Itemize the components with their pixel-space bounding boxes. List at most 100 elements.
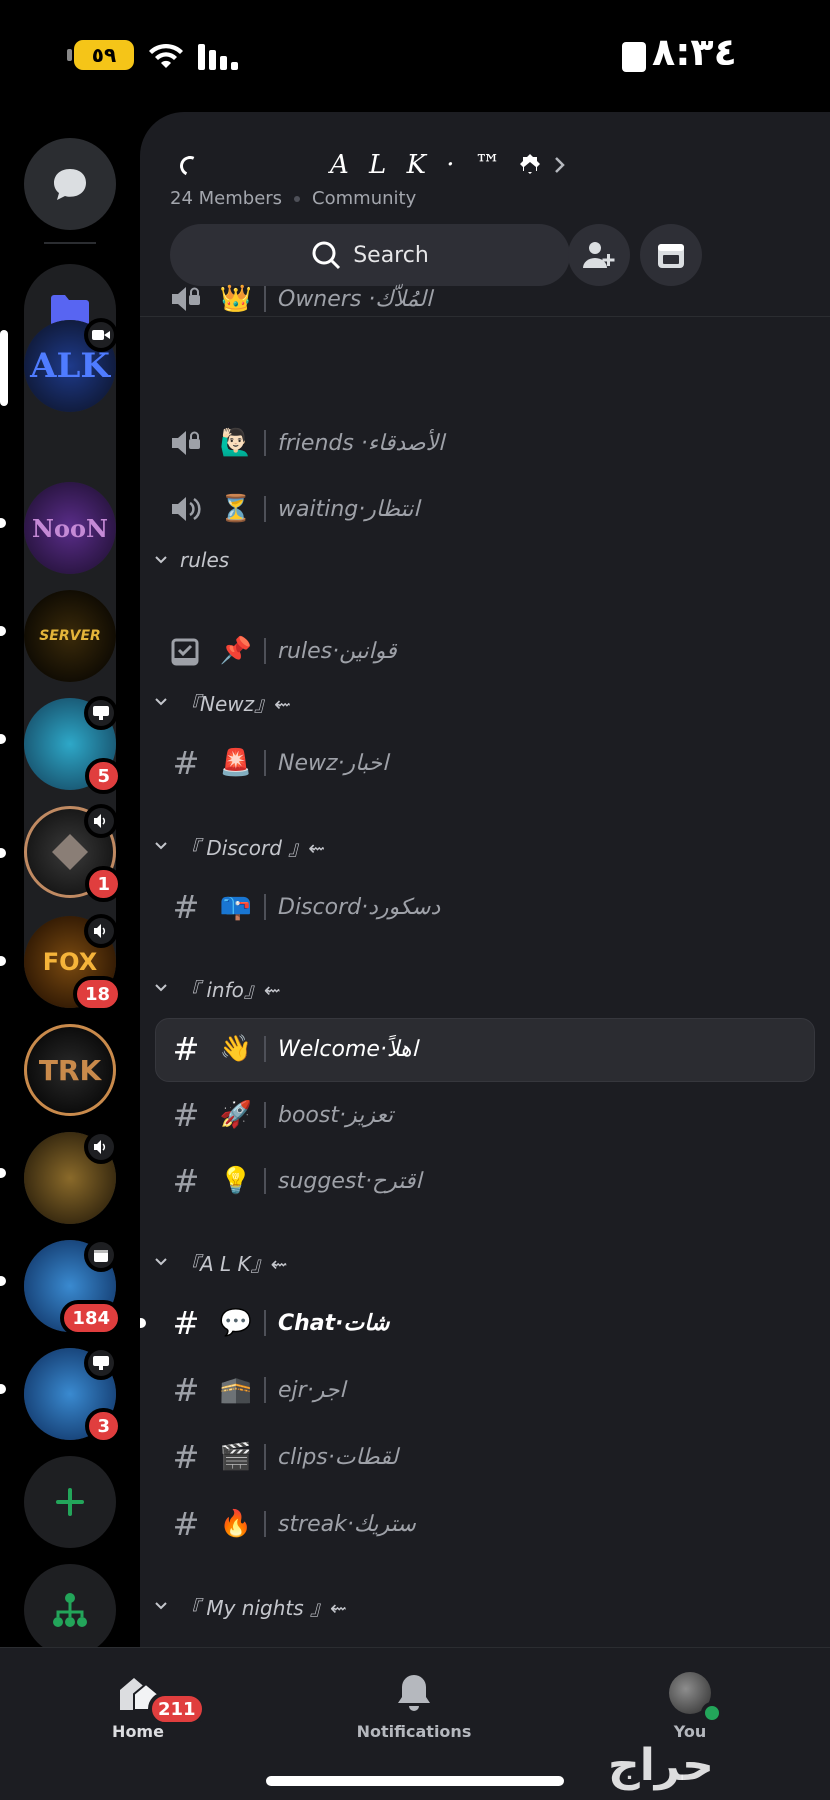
server-alk[interactable]: ALK xyxy=(24,318,118,412)
add-server-button[interactable] xyxy=(24,1456,116,1548)
hashtag-icon: # xyxy=(172,1304,200,1342)
chevron-down-icon xyxy=(150,1251,172,1273)
add-user-icon xyxy=(583,242,615,268)
channel-name: Welcome·اهلاً xyxy=(278,1036,418,1062)
hashtag-icon: # xyxy=(172,1096,200,1134)
tab-you[interactable]: You xyxy=(620,1672,760,1741)
locked-speaker-icon xyxy=(166,423,206,463)
unread-pip xyxy=(0,848,6,858)
server-noon[interactable]: NooN xyxy=(24,482,116,574)
clock: ٨:٣٤ xyxy=(652,30,737,74)
tab-home[interactable]: Home 211 xyxy=(68,1672,208,1741)
hashtag-icon: # xyxy=(172,1438,200,1476)
chevron-down-icon xyxy=(150,835,172,857)
channel-ejr[interactable]: # 🕋 ejr·اجر xyxy=(140,1359,830,1421)
mention-badge: 3 xyxy=(85,1408,122,1444)
chevron-right-icon xyxy=(554,157,565,173)
calendar-icon xyxy=(84,1238,118,1272)
mention-badge: 184 xyxy=(60,1300,122,1336)
channel-discord[interactable]: # 📪 Discord·دسكورد xyxy=(140,876,830,938)
tab-notifications[interactable]: Notifications xyxy=(344,1672,484,1741)
channel-name: suggest·اقترح xyxy=(278,1168,422,1194)
rules-icon xyxy=(166,631,206,671)
watermark: حراج xyxy=(608,1740,714,1791)
channel-rules[interactable]: 📌 rules·قوانين xyxy=(140,620,830,682)
server-name[interactable]: A L K · ™ xyxy=(330,150,567,180)
chevron-down-icon xyxy=(150,977,172,999)
channel-welcome[interactable]: # 👋 Welcome·اهلاً xyxy=(140,1018,830,1082)
server-rail: ALK NooN SERVER 5 1 FOX 18 TRK 184 3 xyxy=(0,112,140,1656)
chat-bubble-icon xyxy=(54,169,86,200)
server-bos[interactable]: SERVER xyxy=(24,590,116,682)
voice-channel-owners[interactable]: 👑 Owners ·المُلاّك xyxy=(140,268,830,330)
server-trk[interactable]: TRK xyxy=(24,1024,116,1116)
selected-indicator xyxy=(0,330,8,406)
wifi-icon xyxy=(149,43,183,68)
server-9[interactable]: 184 xyxy=(24,1238,122,1336)
unread-pip xyxy=(0,1384,6,1394)
channel-name: ejr·اجر xyxy=(278,1377,346,1403)
loading-spinner-icon xyxy=(177,153,203,179)
server-meta: 24 Members Community xyxy=(170,188,416,209)
channel-chat[interactable]: # 💬 Chat·شات xyxy=(140,1292,830,1354)
category-my-nights[interactable]: 『 My nights 』⇜ xyxy=(150,1586,347,1626)
hashtag-icon: # xyxy=(172,744,200,782)
voice-channel-waiting[interactable]: ⏳ waiting·انتظار xyxy=(140,478,830,540)
server-type: Community xyxy=(312,188,417,209)
server-10[interactable]: 3 xyxy=(24,1346,122,1444)
video-icon xyxy=(84,318,118,352)
battery-indicator: ٥٩ xyxy=(67,40,134,70)
unread-pip xyxy=(0,734,6,744)
direct-messages-button[interactable] xyxy=(24,138,116,230)
category-info[interactable]: 『 info』⇜ xyxy=(150,968,281,1008)
chevron-down-icon xyxy=(150,1595,172,1617)
hashtag-icon: # xyxy=(172,1030,200,1068)
channel-name: waiting·انتظار xyxy=(278,496,420,522)
mention-badge: 5 xyxy=(85,758,122,794)
unread-pip xyxy=(0,1168,6,1178)
category-newz[interactable]: 『Newz』⇜ xyxy=(150,682,291,722)
search-icon xyxy=(312,241,341,270)
channel-name: Chat·شات xyxy=(278,1310,390,1336)
channel-name: boost·تعزيز xyxy=(278,1102,394,1128)
server-8[interactable] xyxy=(24,1130,118,1224)
speaker-icon xyxy=(84,914,118,948)
speaker-icon xyxy=(84,1130,118,1164)
hashtag-icon: # xyxy=(172,888,200,926)
server-fox[interactable]: FOX 18 xyxy=(24,914,122,1012)
diamond-logo-icon xyxy=(52,834,88,870)
channel-name: Discord·دسكورد xyxy=(278,894,441,920)
speaker-icon xyxy=(84,804,118,838)
speaker-icon xyxy=(166,489,206,529)
discover-servers-button[interactable] xyxy=(24,1564,116,1656)
status-bar: ٥٩ ٨:٣٤ xyxy=(0,0,830,112)
server-4[interactable]: 5 xyxy=(24,696,122,794)
hashtag-icon: # xyxy=(172,1162,200,1200)
channel-newz[interactable]: # 🚨 Newz·اخبار xyxy=(140,732,830,794)
locked-speaker-icon xyxy=(166,279,206,319)
category-rules[interactable]: rules xyxy=(150,540,229,580)
category-alk[interactable]: 『A L K』⇜ xyxy=(150,1242,287,1282)
home-badge: 211 xyxy=(148,1692,206,1726)
channel-name: Newz·اخبار xyxy=(278,750,389,776)
online-status-icon xyxy=(701,1702,723,1724)
chevron-down-icon xyxy=(150,691,172,713)
member-count: 24 Members xyxy=(170,188,283,209)
calendar-icon xyxy=(658,244,684,268)
rail-divider xyxy=(44,242,96,244)
channel-clips[interactable]: # 🎬 clips·لقطات xyxy=(140,1426,830,1488)
server-5[interactable]: 1 xyxy=(24,804,122,902)
user-avatar xyxy=(669,1672,723,1724)
channel-boost[interactable]: # 🚀 boost·تعزيز xyxy=(140,1084,830,1146)
unread-pip xyxy=(0,518,6,528)
hashtag-icon: # xyxy=(172,1505,200,1543)
channel-suggest[interactable]: # 💡 suggest·اقترح xyxy=(140,1150,830,1212)
hashtag-icon: # xyxy=(172,1371,200,1409)
category-discord[interactable]: 『 Discord 』⇜ xyxy=(150,826,325,866)
contact-card-icon xyxy=(622,42,646,72)
community-badge-icon xyxy=(519,154,540,174)
channel-name: friends ·الأصدقاء xyxy=(278,430,445,456)
channel-streak[interactable]: # 🔥 streak·ستريك xyxy=(140,1493,830,1555)
channel-name: Owners ·المُلاّك xyxy=(278,286,433,312)
voice-channel-friends[interactable]: 🙋🏻‍♂️ friends ·الأصدقاء xyxy=(140,412,830,474)
